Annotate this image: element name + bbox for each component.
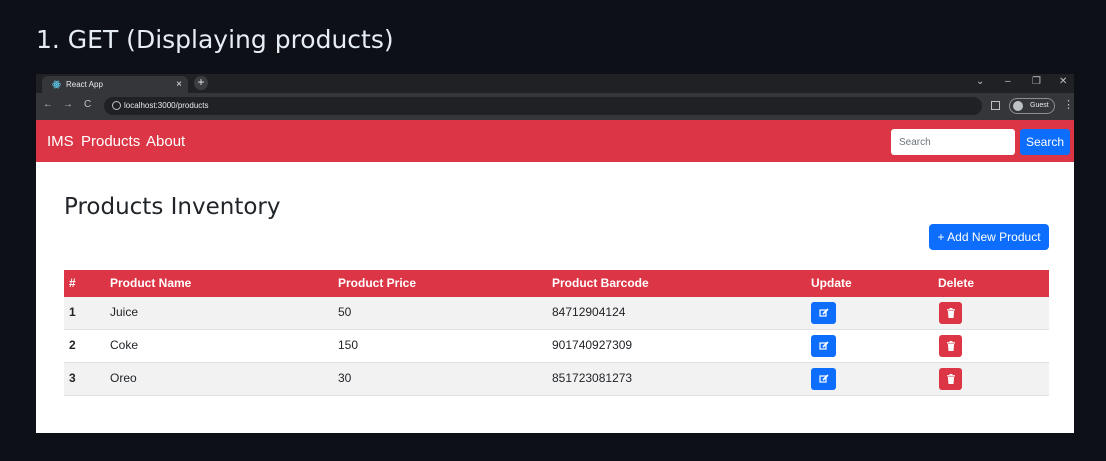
browser-window: React App × + ⌄ – ❐ ✕ ← → C localhost:30… <box>36 74 1074 433</box>
product-barcode: 851723081273 <box>552 371 633 385</box>
new-tab-button[interactable]: + <box>194 76 208 90</box>
browser-tab[interactable]: React App × <box>42 76 188 93</box>
update-button[interactable] <box>811 302 836 324</box>
edit-icon <box>818 374 829 383</box>
react-icon <box>52 80 61 89</box>
app-navbar: IMS Products About Search <box>36 120 1074 162</box>
forward-icon[interactable]: → <box>63 99 73 110</box>
edit-icon <box>818 341 829 350</box>
update-button[interactable] <box>811 335 836 357</box>
nav-link-about[interactable]: About <box>146 133 185 150</box>
tab-search-icon[interactable]: ⌄ <box>976 76 984 87</box>
site-info-icon[interactable] <box>112 101 121 110</box>
product-name: Coke <box>110 338 139 352</box>
product-barcode: 901740927309 <box>552 338 633 352</box>
profile-label: Guest <box>1030 102 1049 109</box>
update-button[interactable] <box>811 368 836 390</box>
table-row: 2 Coke 150 901740927309 <box>64 330 1049 363</box>
product-name: Juice <box>110 305 139 319</box>
delete-button[interactable] <box>939 368 962 390</box>
profile-button[interactable]: Guest <box>1009 98 1055 114</box>
url-field[interactable]: localhost:3000/products <box>104 97 982 115</box>
col-header-price: Product Price <box>338 276 417 290</box>
search-button[interactable]: Search <box>1020 129 1070 155</box>
delete-button[interactable] <box>939 302 962 324</box>
trash-icon <box>946 374 955 384</box>
row-index: 2 <box>69 338 76 352</box>
slide-heading: 1. GET (Displaying products) <box>36 25 394 54</box>
product-price: 150 <box>338 338 359 352</box>
table-row: 1 Juice 50 84712904124 <box>64 297 1049 330</box>
table-header: # Product Name Product Price Product Bar… <box>64 270 1049 297</box>
trash-icon <box>946 341 955 351</box>
tab-close-icon[interactable]: × <box>176 76 182 93</box>
row-index: 3 <box>69 371 76 385</box>
restore-icon[interactable]: ❐ <box>1032 76 1041 87</box>
product-barcode: 84712904124 <box>552 305 626 319</box>
brand-link[interactable]: IMS <box>47 133 74 150</box>
page-title: Products Inventory <box>64 194 281 220</box>
col-header-delete: Delete <box>938 276 975 290</box>
delete-button[interactable] <box>939 335 962 357</box>
minimize-icon[interactable]: – <box>1005 76 1011 87</box>
tab-title: React App <box>66 80 103 89</box>
table-row: 3 Oreo 30 851723081273 <box>64 363 1049 396</box>
col-header-name: Product Name <box>110 276 192 290</box>
products-table: # Product Name Product Price Product Bar… <box>64 270 1049 396</box>
add-product-button[interactable]: + Add New Product <box>929 224 1049 250</box>
trash-icon <box>946 308 955 318</box>
side-panel-icon[interactable] <box>991 101 1000 110</box>
row-index: 1 <box>69 305 76 319</box>
nav-link-products[interactable]: Products <box>81 133 140 150</box>
address-bar-row: ← → C localhost:3000/products Guest ⋮ <box>36 93 1074 120</box>
reload-icon[interactable]: C <box>84 99 91 110</box>
col-header-update: Update <box>811 276 852 290</box>
col-header-index: # <box>69 276 76 290</box>
product-price: 30 <box>338 371 352 385</box>
product-price: 50 <box>338 305 352 319</box>
url-text: localhost:3000/products <box>124 101 209 110</box>
back-icon[interactable]: ← <box>43 99 53 110</box>
product-name: Oreo <box>110 371 137 385</box>
tab-bar: React App × + ⌄ – ❐ ✕ <box>36 74 1074 93</box>
avatar-icon <box>1013 101 1023 111</box>
edit-icon <box>818 308 829 317</box>
menu-icon[interactable]: ⋮ <box>1063 98 1074 111</box>
close-window-icon[interactable]: ✕ <box>1059 76 1067 87</box>
search-input[interactable] <box>891 129 1015 155</box>
col-header-barcode: Product Barcode <box>552 276 649 290</box>
